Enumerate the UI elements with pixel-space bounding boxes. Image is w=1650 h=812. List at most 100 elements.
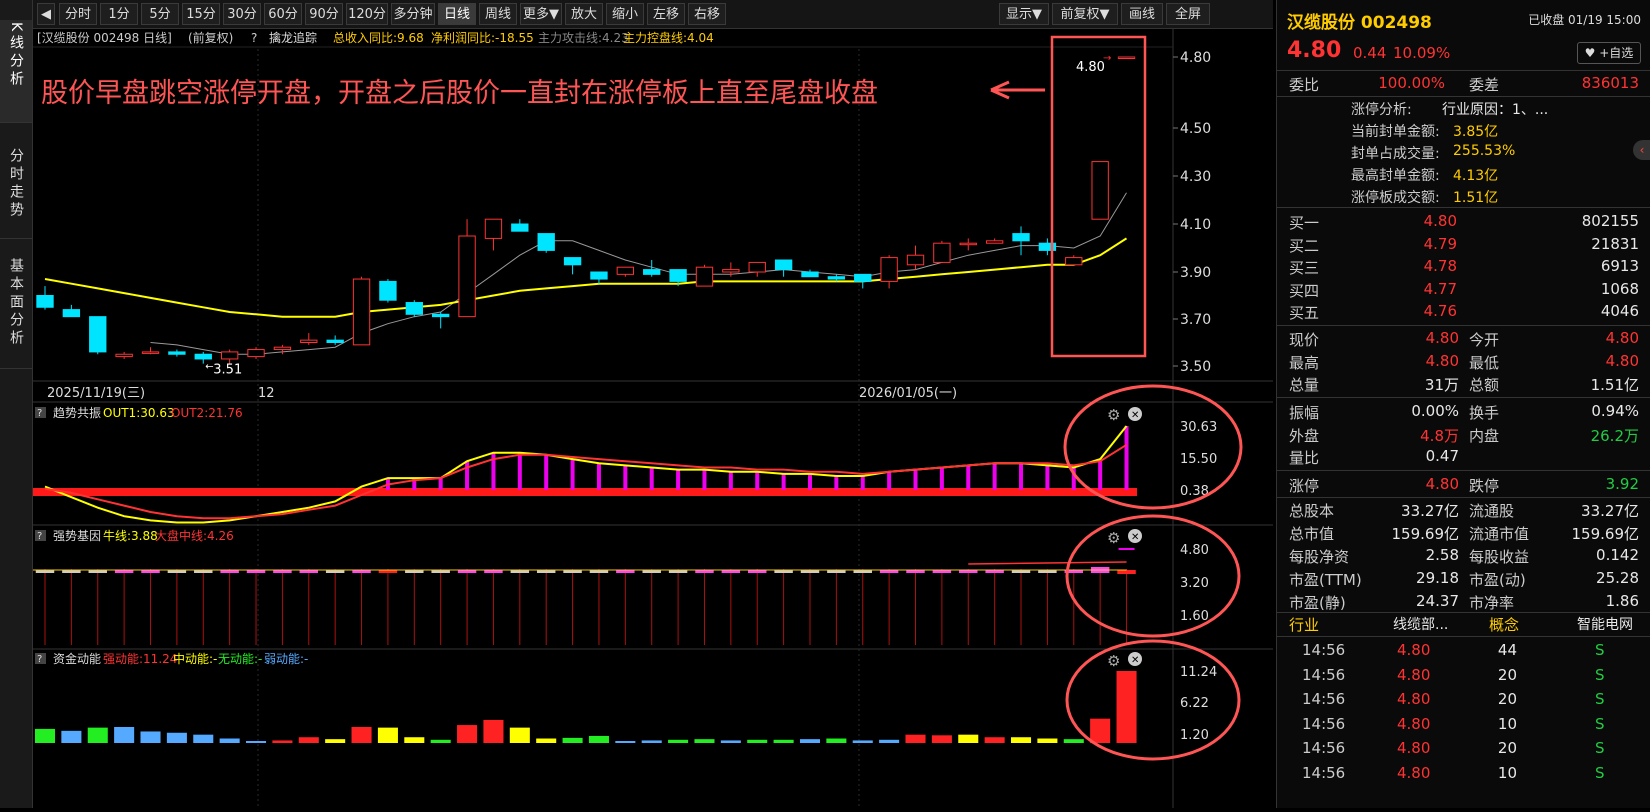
concept-label[interactable]: 概念: [1489, 614, 1519, 635]
tick-volume: 10: [1497, 714, 1517, 733]
toolbar-button-0[interactable]: 分时: [59, 3, 97, 25]
ind1-bar: [913, 469, 918, 490]
collapse-arrow-icon[interactable]: ‹: [1633, 140, 1650, 160]
date-tick: 2025/11/19(三): [47, 386, 145, 401]
candle-body: [194, 353, 212, 360]
fund-label: 每股净资: [1289, 548, 1350, 566]
ind1-bar: [992, 463, 997, 490]
toolbar-button-11[interactable]: 更多▼: [520, 3, 562, 25]
limit-down-value: 3.92: [1605, 475, 1639, 493]
concept-value[interactable]: 智能电网: [1577, 614, 1633, 634]
candle-body: [933, 242, 951, 263]
toolbar-button-10[interactable]: 周线: [479, 3, 517, 25]
tick-price: 4.80: [1397, 763, 1431, 782]
toolbar-button-5[interactable]: 60分: [264, 3, 302, 25]
stat2-label: 内盘: [1469, 426, 1500, 445]
ind1-name: 趋势共振: [53, 406, 101, 420]
candle-body: [590, 271, 608, 280]
toolbar-button-15[interactable]: 右移: [688, 3, 726, 25]
tab-kline[interactable]: K线分析: [0, 20, 32, 123]
ind1-line-0: [44, 425, 1128, 524]
ind1-bar: [649, 467, 654, 490]
header-text-2: ?: [251, 31, 257, 45]
ind3-bar: [852, 740, 873, 743]
ind3-bar: [641, 740, 662, 743]
ind1-bar: [544, 454, 549, 490]
stat2-label: 振幅: [1289, 404, 1320, 422]
fund-value: 0.142: [1596, 546, 1639, 564]
candle-body: [115, 353, 133, 358]
ind3-bar: [588, 735, 609, 743]
ind1-bar: [702, 469, 707, 490]
candle-body: [141, 351, 160, 354]
fund-label: 市盈(静): [1289, 594, 1346, 612]
ind2-gear-icon[interactable]: ⚙: [1107, 529, 1120, 547]
limit-info-label: 最高封单金额:: [1351, 168, 1440, 184]
bid-label: 买五: [1289, 304, 1320, 322]
toolbar-right-button-3[interactable]: 全屏: [1166, 3, 1210, 25]
ma-line-0: [150, 192, 1127, 355]
candle-body: [379, 280, 397, 301]
candle-body: [484, 218, 503, 239]
candle-body: [1065, 257, 1083, 266]
chart-canvas[interactable]: [汉缆股份 002498 日线] (前复权)? 擒龙追踪 总收入同比:9.68 净利润同…: [33, 29, 1273, 808]
ind3-bar: [509, 727, 530, 743]
ind1-bar: [623, 465, 628, 490]
toolbar-button-4[interactable]: 30分: [223, 3, 261, 25]
limit-info-label: 当前封单金额:: [1351, 124, 1440, 140]
toolbar-button-7[interactable]: 120分: [346, 3, 388, 25]
annotation-arrow-icon: [990, 80, 1045, 100]
toolbar-button-13[interactable]: 缩小: [606, 3, 644, 25]
limit-up-value: 4.80: [1425, 475, 1459, 493]
toolbar-right-button-2[interactable]: 画线: [1121, 3, 1163, 25]
ind3-bar: [404, 737, 425, 743]
limit-info-value: 3.85亿: [1453, 124, 1499, 140]
ind3-bar: [905, 734, 926, 743]
ind2-bull: 牛线:3.88: [103, 528, 158, 543]
ind1-bar: [755, 471, 760, 490]
toolbar-button-12[interactable]: 放大: [565, 3, 603, 25]
toolbar-button-9[interactable]: 日线: [438, 3, 476, 25]
toolbar-button-3[interactable]: 15分: [182, 3, 220, 25]
ind1-tick: 15.50: [1180, 452, 1217, 467]
bid-label: 买一: [1289, 214, 1320, 232]
chart-area[interactable]: [汉缆股份 002498 日线] (前复权)? 擒龙追踪 总收入同比:9.68 净利润同…: [33, 29, 1273, 808]
toolbar-right-button-0[interactable]: 显示▼: [999, 3, 1049, 25]
toolbar-button-8[interactable]: 多分钟: [391, 3, 435, 25]
price-tick: 3.70: [1180, 312, 1211, 328]
toolbar-button-2[interactable]: 5分: [141, 3, 179, 25]
ind3-strong: 强动能:11.24: [103, 652, 177, 666]
ind3-bar: [351, 726, 372, 743]
industry-value[interactable]: 线缆部...: [1393, 614, 1448, 634]
date-tick: 2026/01/05(一): [859, 386, 957, 401]
ind3-bar: [536, 738, 557, 743]
ind3-bar: [483, 719, 504, 743]
add-favorite-button[interactable]: ♥ +自选: [1577, 42, 1641, 64]
toolbar-button-14[interactable]: 左移: [647, 3, 685, 25]
price-change: 0.44: [1353, 44, 1387, 62]
header-text-5: 净利润同比:-18.55: [431, 31, 534, 45]
bid-label: 买四: [1289, 281, 1320, 300]
stat-value: 4.80: [1605, 351, 1639, 370]
tab-intraday[interactable]: 分时走势: [0, 140, 32, 239]
tab-fundamental[interactable]: 基本面分析: [0, 250, 32, 369]
tick-time: 14:56: [1302, 665, 1346, 684]
fund-label: 流通市值: [1469, 525, 1530, 543]
toolbar-button-6[interactable]: 90分: [305, 3, 343, 25]
ind2-tick: 4.80: [1180, 543, 1209, 558]
ma-line-1: [44, 237, 1128, 318]
separator: [1277, 325, 1650, 326]
ind3-gear-icon[interactable]: ⚙: [1107, 652, 1120, 670]
ind3-bar: [430, 739, 451, 743]
tick-price: 4.80: [1397, 665, 1431, 684]
industry-label[interactable]: 行业: [1289, 614, 1319, 635]
ind3-tick: 11.24: [1180, 665, 1217, 680]
candle-body: [1091, 161, 1109, 220]
toolbar-right-button-1[interactable]: 前复权▼: [1052, 3, 1118, 25]
back-icon[interactable]: ◀: [37, 3, 55, 25]
price-tick: 3.50: [1180, 359, 1211, 375]
candle-body: [89, 316, 107, 353]
ind1-gear-icon[interactable]: ⚙: [1107, 406, 1120, 424]
toolbar-button-1[interactable]: 1分: [100, 3, 138, 25]
ind3-bar: [298, 737, 319, 743]
